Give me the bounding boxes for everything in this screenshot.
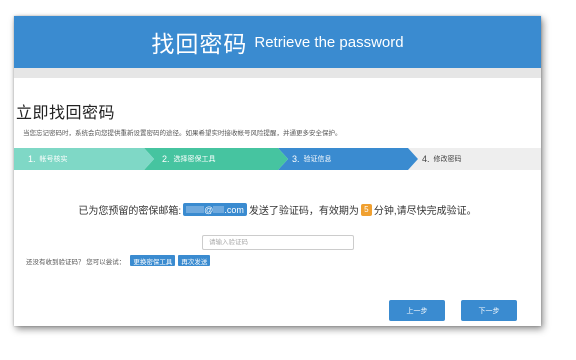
page-title: 立即找回密码	[16, 105, 116, 122]
page-header: 找回密码 Retrieve the password	[14, 16, 541, 68]
email-at: @	[204, 204, 214, 215]
step-number: 1.	[28, 154, 36, 164]
retry-options: 还没有收到验证码？ 您可以尝试： 更换密保工具 再次发送	[26, 255, 211, 266]
step-number: 2.	[162, 154, 170, 164]
step-label: 修改密码	[433, 156, 462, 163]
step-number: 3.	[292, 154, 300, 164]
next-step-button[interactable]: 下一步	[461, 300, 517, 321]
message-prefix: 已为您预留的密保邮箱:	[78, 206, 182, 217]
header-title-en: Retrieve the password	[254, 33, 404, 51]
page-notice: 当您忘记密码时，系统会向您提供重新设置密码的途径。如果希望实时接收帐号风险提醒，…	[23, 130, 342, 137]
retry-prompt: 还没有收到验证码？ 您可以尝试：	[26, 258, 126, 266]
email-mask-user	[186, 206, 205, 213]
verification-code-input[interactable]	[202, 235, 354, 250]
resend-code-button[interactable]: 再次发送	[178, 255, 211, 266]
step-verify-info: 3. 验证信息	[278, 148, 418, 170]
step-label: 验证信息	[303, 156, 332, 163]
email-mask-domain	[213, 206, 225, 213]
progress-steps: 1. 帐号核实 2. 选择密保工具 3. 验证信息 4. 修改密码	[14, 148, 541, 170]
prev-step-button[interactable]: 上一步	[389, 300, 445, 321]
change-security-tool-button[interactable]: 更换密保工具	[130, 255, 176, 266]
step-label: 选择密保工具	[173, 156, 216, 163]
message-middle: 发送了验证码，有效期为	[248, 206, 359, 217]
step-choose-security-tool: 2. 选择密保工具	[144, 148, 288, 170]
code-sent-message: 已为您预留的密保邮箱: @ .com 发送了验证码，有效期为 5 分钟,请尽快完…	[14, 202, 541, 217]
password-recovery-window: 找回密码 Retrieve the password 立即找回密码 当您忘记密码…	[14, 16, 541, 326]
message-suffix: 分钟,请尽快完成验证。	[373, 206, 477, 217]
minutes-badge: 5	[360, 203, 372, 216]
step-number: 4.	[422, 154, 430, 164]
masked-email-badge: @ .com	[183, 203, 247, 216]
header-title-cn: 找回密码	[151, 31, 248, 57]
step-label: 帐号核实	[39, 156, 68, 163]
email-domain: .com	[224, 204, 244, 215]
step-change-password: 4. 修改密码	[408, 148, 541, 170]
step-account-verify: 1. 帐号核实	[14, 148, 154, 170]
header-divider-band	[14, 68, 541, 78]
